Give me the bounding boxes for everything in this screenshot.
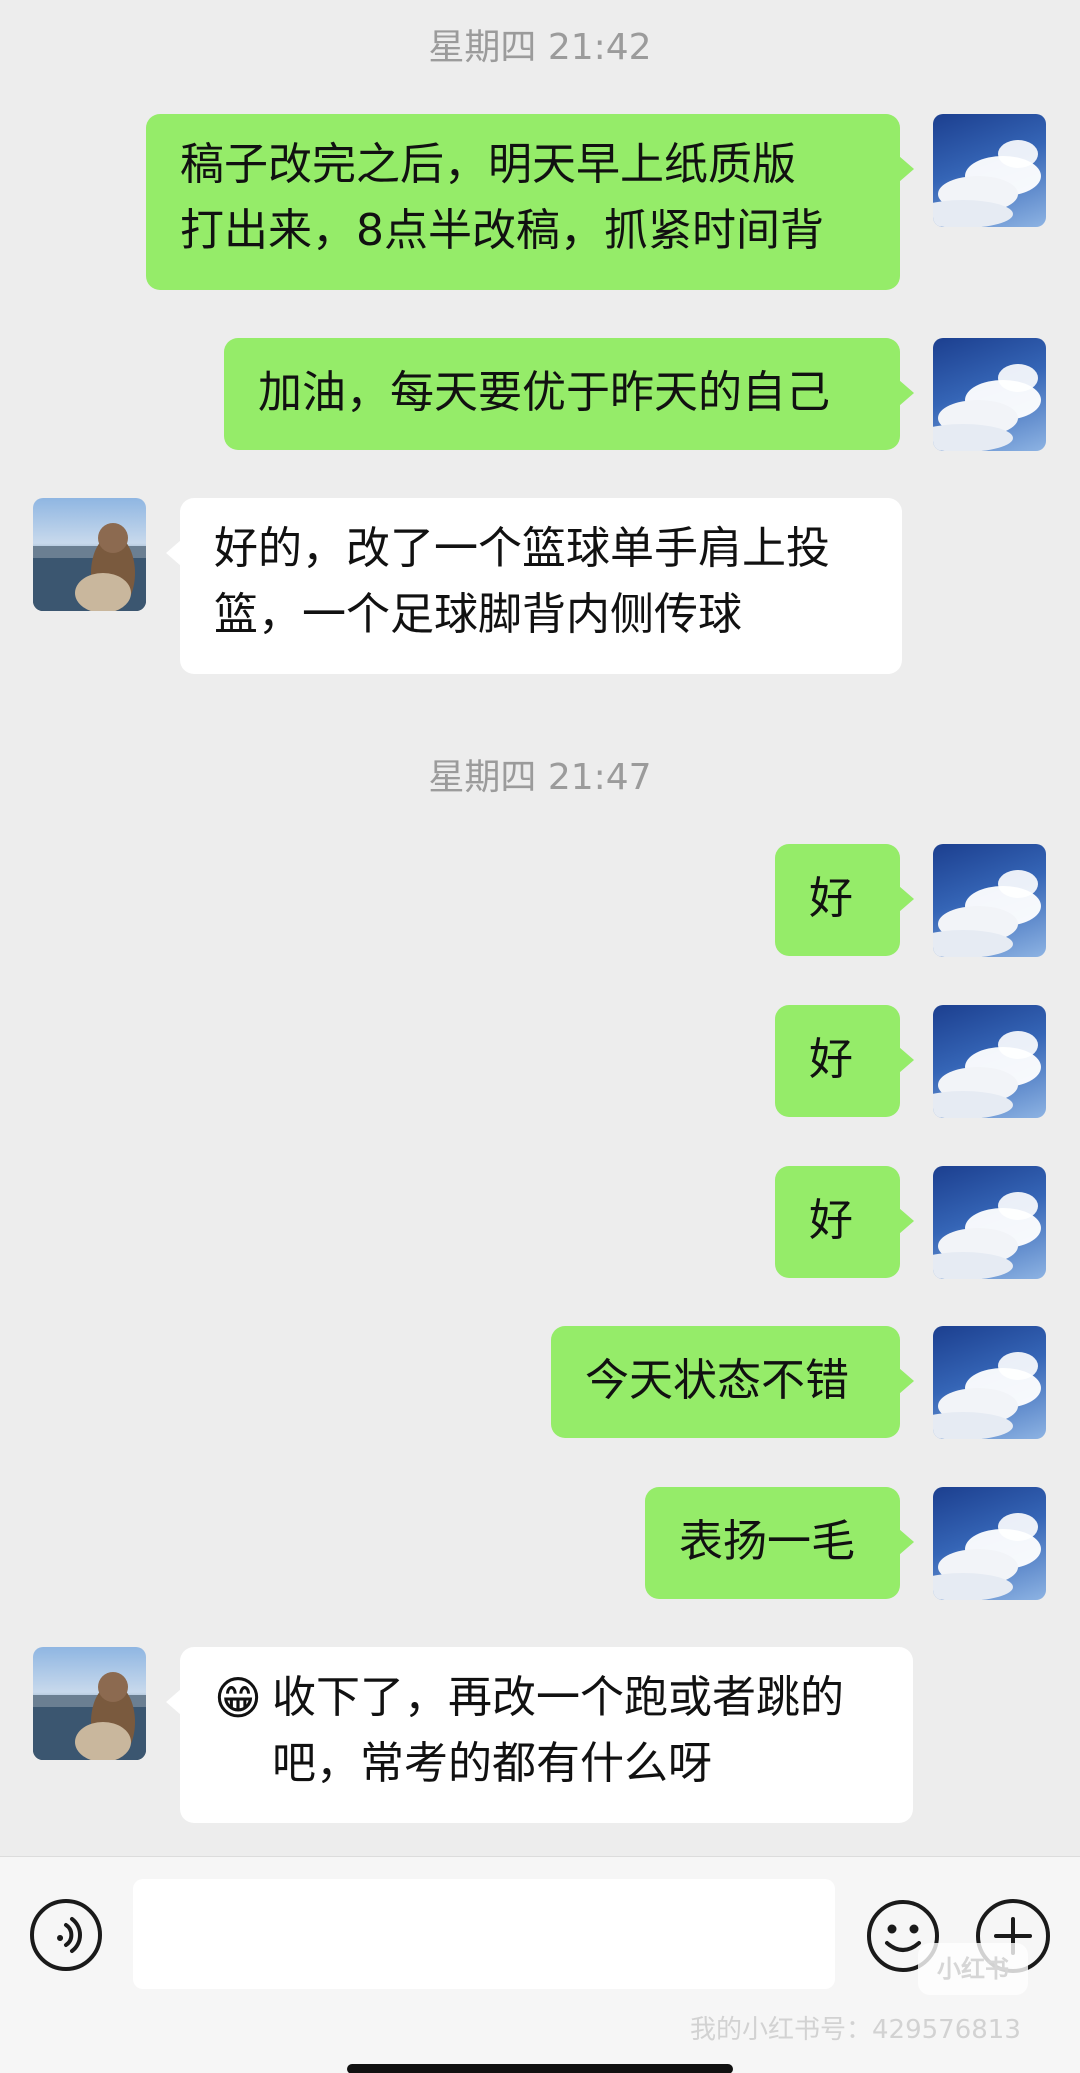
outgoing-bubble[interactable]: 好 <box>775 844 914 956</box>
voice-button[interactable] <box>30 1899 102 1971</box>
home-indicator[interactable] <box>347 2064 733 2073</box>
timestamp: 星期四 21:47 <box>428 757 652 798</box>
my-avatar[interactable] <box>933 1166 1046 1279</box>
watermark-logo: 小红书 <box>918 1943 1028 1995</box>
outgoing-bubble[interactable]: 好 <box>775 1005 914 1117</box>
outgoing-bubble[interactable]: 加油，每天要优于昨天的自己 <box>224 338 914 450</box>
outgoing-bubble[interactable]: 今天状态不错 <box>551 1326 914 1438</box>
timestamp: 星期四 21:42 <box>428 27 652 68</box>
outgoing-bubble[interactable]: 稿子改完之后，明天早上纸质版 打出来，8点半改稿，抓紧时间背 <box>146 114 914 290</box>
my-avatar[interactable] <box>933 338 1046 451</box>
message-input[interactable] <box>133 1879 835 1989</box>
message-text: 收下了，再改一个跑或者跳的 吧，常考的都有什么呀 <box>272 1672 844 1789</box>
my-avatar[interactable] <box>933 844 1046 957</box>
my-avatar[interactable] <box>933 114 1046 227</box>
my-avatar[interactable] <box>933 1487 1046 1600</box>
my-avatar[interactable] <box>933 1326 1046 1439</box>
input-bar: 小红书 我的小红书号：429576813 <box>0 1856 1080 2073</box>
incoming-bubble[interactable]: 😁 收下了，再改一个跑或者跳的 吧，常考的都有什么呀 <box>166 1647 913 1823</box>
incoming-bubble[interactable]: 好的，改了一个篮球单手肩上投 篮，一个足球脚背内侧传球 <box>166 498 902 674</box>
outgoing-bubble[interactable]: 好 <box>775 1166 914 1278</box>
outgoing-bubble[interactable]: 表扬一毛 <box>645 1487 914 1599</box>
voice-icon <box>57 1917 82 1953</box>
contact-avatar[interactable] <box>33 1647 146 1760</box>
my-avatar[interactable] <box>933 1005 1046 1118</box>
watermark-id: 我的小红书号：429576813 <box>690 2015 1021 2045</box>
grin-emoji-icon: 😁 <box>214 1671 262 1725</box>
contact-avatar[interactable] <box>33 498 146 611</box>
